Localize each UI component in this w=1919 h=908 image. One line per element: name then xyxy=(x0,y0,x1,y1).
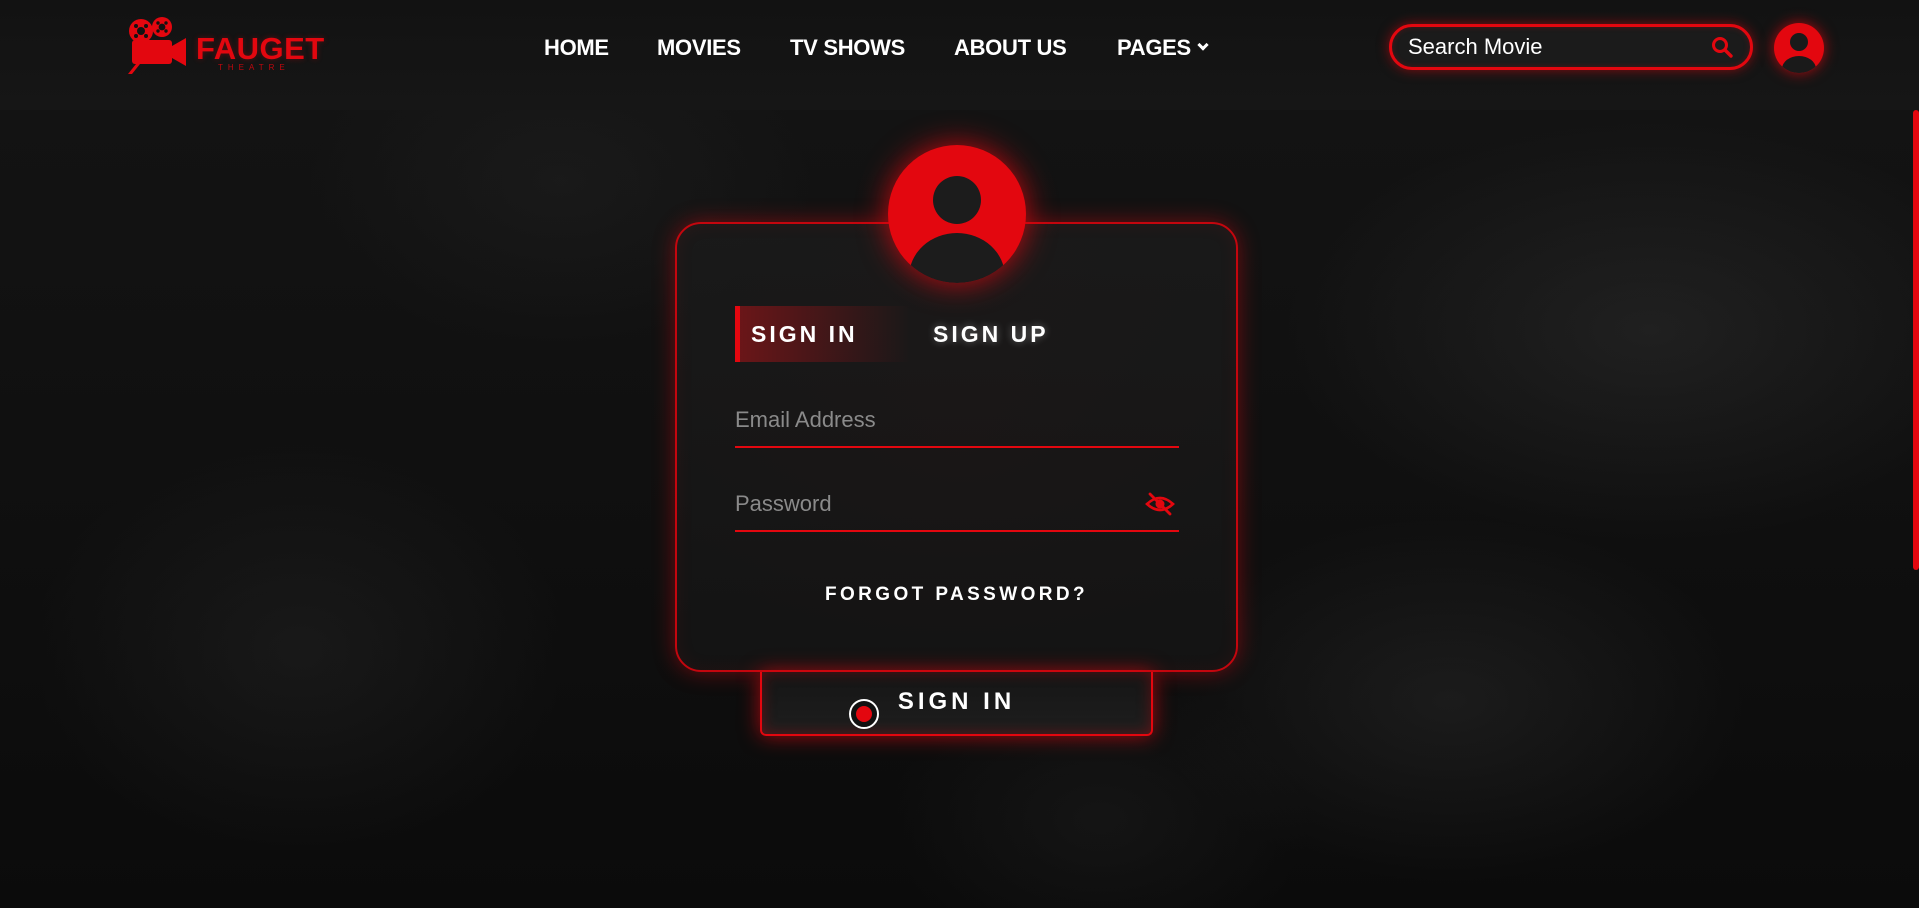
chevron-down-icon xyxy=(1197,39,1209,51)
brand-logo[interactable]: FAUGET THEATRE xyxy=(126,16,336,76)
nav-item-home[interactable]: HOME xyxy=(544,34,609,62)
search-box xyxy=(1389,24,1753,70)
nav-item-pages[interactable]: PAGES xyxy=(1117,34,1209,62)
eye-slash-icon[interactable] xyxy=(1145,491,1175,517)
brand-tagline: THEATRE xyxy=(218,63,290,72)
brand-name: FAUGET xyxy=(196,31,325,66)
sign-in-button-label: SIGN IN xyxy=(897,688,1016,715)
user-silhouette-icon xyxy=(909,176,1005,283)
sign-in-button[interactable]: SIGN IN xyxy=(760,672,1153,736)
site-header: FAUGET THEATRE HOME MOVIES TV SHOWS ABOU… xyxy=(0,0,1919,110)
login-card: SIGN IN SIGN UP FORGOT PASSWORD? xyxy=(675,222,1238,672)
search-input[interactable] xyxy=(1408,33,1698,61)
tab-sign-in[interactable]: SIGN IN xyxy=(735,306,911,362)
login-avatar-icon xyxy=(888,145,1026,283)
nav-item-tv-shows[interactable]: TV SHOWS xyxy=(790,34,905,62)
cursor-indicator xyxy=(849,699,879,729)
password-field-wrapper xyxy=(735,476,1179,532)
film-camera-icon xyxy=(128,17,186,74)
password-field[interactable] xyxy=(735,488,1115,520)
tab-sign-up[interactable]: SIGN UP xyxy=(933,306,1049,362)
page-scrollbar[interactable] xyxy=(1913,110,1919,570)
page: FAUGET THEATRE HOME MOVIES TV SHOWS ABOU… xyxy=(0,0,1919,908)
user-silhouette-icon xyxy=(1782,33,1816,73)
email-field-wrapper xyxy=(735,392,1179,448)
email-field[interactable] xyxy=(735,404,1115,436)
nav-item-pages-label: PAGES xyxy=(1117,35,1191,60)
nav-item-movies[interactable]: MOVIES xyxy=(657,34,741,62)
user-avatar-icon[interactable] xyxy=(1774,23,1824,73)
search-icon[interactable] xyxy=(1710,35,1734,59)
forgot-password-link[interactable]: FORGOT PASSWORD? xyxy=(677,584,1236,606)
nav-item-about-us[interactable]: ABOUT US xyxy=(954,34,1067,62)
